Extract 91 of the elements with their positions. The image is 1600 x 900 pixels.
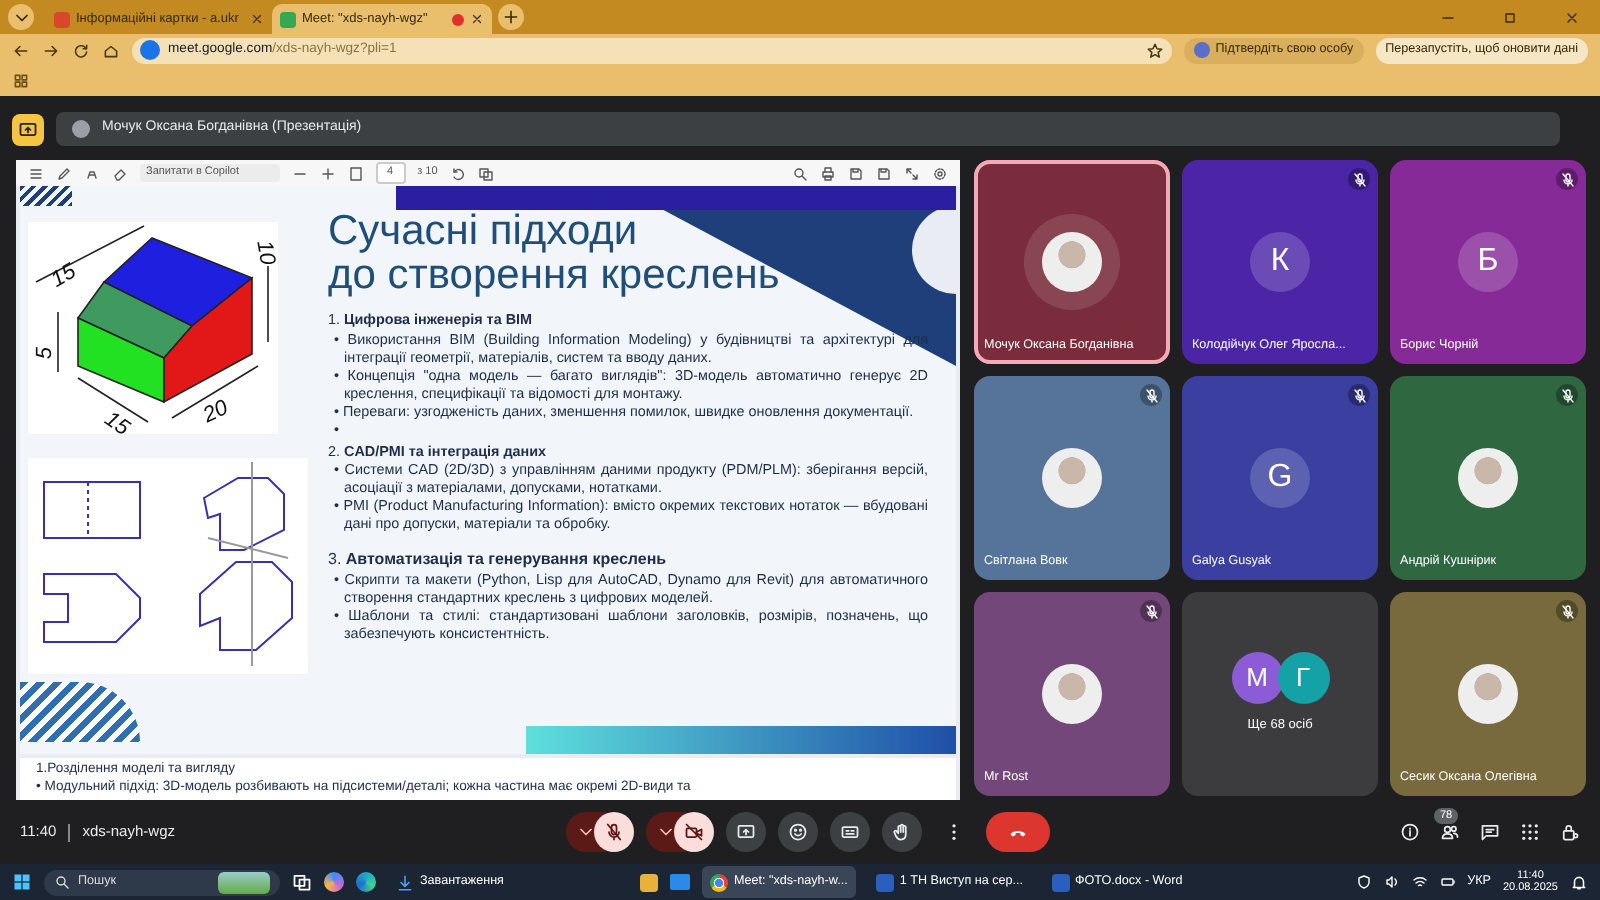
avatar-photo [1042, 448, 1102, 508]
task-view-icon[interactable] [292, 872, 312, 892]
dimension-label: 20 [200, 397, 232, 429]
favicon-icon [54, 11, 70, 27]
battery-icon[interactable] [1439, 874, 1456, 890]
wifi-icon[interactable] [1411, 874, 1428, 890]
avatar-initial: Г [1277, 652, 1329, 705]
present-button[interactable] [726, 812, 766, 852]
tab-list-button[interactable] [8, 4, 34, 30]
end-call-button[interactable] [986, 812, 1050, 852]
forward-icon [42, 41, 60, 59]
dimension-label: 5 [35, 346, 58, 360]
slide-title: Сучасні підходи [328, 210, 640, 254]
slide-title: до створення креслень [328, 254, 782, 298]
speaker-icon[interactable] [1383, 874, 1400, 890]
print-icon[interactable] [820, 165, 836, 181]
raise-hand-icon [892, 822, 912, 842]
store-icon[interactable] [640, 873, 658, 891]
dimension-label: 15 [48, 261, 81, 293]
back-button[interactable] [12, 41, 30, 59]
word-document-icon [1051, 873, 1069, 891]
reload-icon [72, 41, 90, 59]
microphone-button[interactable] [594, 812, 634, 852]
highlighter-icon[interactable] [84, 165, 100, 181]
chrome-icon [710, 873, 728, 891]
home-icon [102, 41, 120, 59]
rotate-icon[interactable] [449, 165, 466, 181]
avatar-photo [1042, 232, 1102, 292]
avatar-initial: К [1250, 232, 1310, 292]
avatar-initial: G [1250, 448, 1310, 508]
people-icon[interactable] [1440, 822, 1460, 842]
notifications-icon[interactable] [1570, 873, 1588, 891]
stop-presenting-button[interactable] [12, 113, 44, 145]
close-icon [1564, 9, 1580, 25]
avatar-photo [1042, 664, 1102, 724]
captions-button[interactable] [830, 812, 870, 852]
reactions-button[interactable] [778, 812, 818, 852]
list-icon[interactable] [28, 165, 44, 181]
close-icon[interactable] [470, 12, 484, 26]
microphone-muted-icon [604, 822, 624, 842]
section-heading: 3. Автоматизація та генерування креслень [328, 550, 669, 569]
edge-browser-icon[interactable] [356, 872, 376, 892]
save-as-icon[interactable] [876, 165, 892, 181]
apps-icon[interactable] [1520, 822, 1540, 842]
back-icon [12, 41, 30, 59]
eraser-icon[interactable] [112, 165, 128, 181]
dimension-label: 15 [99, 408, 133, 442]
fit-page-icon[interactable] [347, 165, 364, 181]
present-icon [736, 822, 756, 842]
camera-off-icon [684, 822, 704, 842]
home-button[interactable] [102, 41, 120, 59]
fullscreen-icon[interactable] [904, 165, 920, 181]
download-arrow-icon [396, 873, 414, 891]
avatar-photo [1458, 664, 1518, 724]
new-tab-button[interactable] [498, 4, 524, 30]
camera-button[interactable] [674, 812, 714, 852]
search-icon [54, 874, 70, 890]
star-icon[interactable] [1145, 41, 1164, 59]
save-icon[interactable] [848, 165, 864, 181]
avatar-initial: Б [1458, 232, 1518, 292]
present-screen-icon [18, 119, 38, 139]
raise-hand-button[interactable] [882, 812, 922, 852]
corner-stripe-decoration [20, 682, 140, 742]
landscape-picture [218, 871, 270, 893]
avatar-icon [72, 120, 90, 138]
shield-icon[interactable] [1355, 874, 1372, 890]
plus-icon [502, 8, 520, 26]
site-info-icon [140, 40, 160, 60]
close-icon[interactable] [250, 12, 265, 26]
reload-button[interactable] [72, 41, 90, 59]
reactions-icon [788, 822, 808, 842]
host-controls-icon[interactable] [1560, 822, 1580, 842]
profile-avatar-icon [1193, 42, 1210, 58]
zoom-in-icon[interactable] [319, 165, 336, 181]
copilot-icon[interactable] [324, 872, 344, 892]
page-view-icon[interactable] [477, 165, 494, 181]
forward-button[interactable] [42, 41, 60, 59]
favicon-icon [280, 11, 296, 27]
dimension-label: 10 [251, 239, 278, 267]
avatar-initial: М [1231, 652, 1283, 705]
word-document-icon [875, 873, 894, 891]
windows-start-icon[interactable] [12, 872, 32, 892]
chat-icon[interactable] [1480, 822, 1500, 842]
settings-icon[interactable] [932, 165, 948, 181]
maximize-icon [1502, 9, 1518, 25]
info-icon[interactable] [1400, 822, 1420, 842]
avatar-photo [1458, 448, 1518, 508]
captions-icon [840, 822, 860, 842]
pen-icon[interactable] [56, 165, 72, 181]
search-icon[interactable] [792, 165, 808, 181]
stripe-decoration [20, 186, 72, 206]
